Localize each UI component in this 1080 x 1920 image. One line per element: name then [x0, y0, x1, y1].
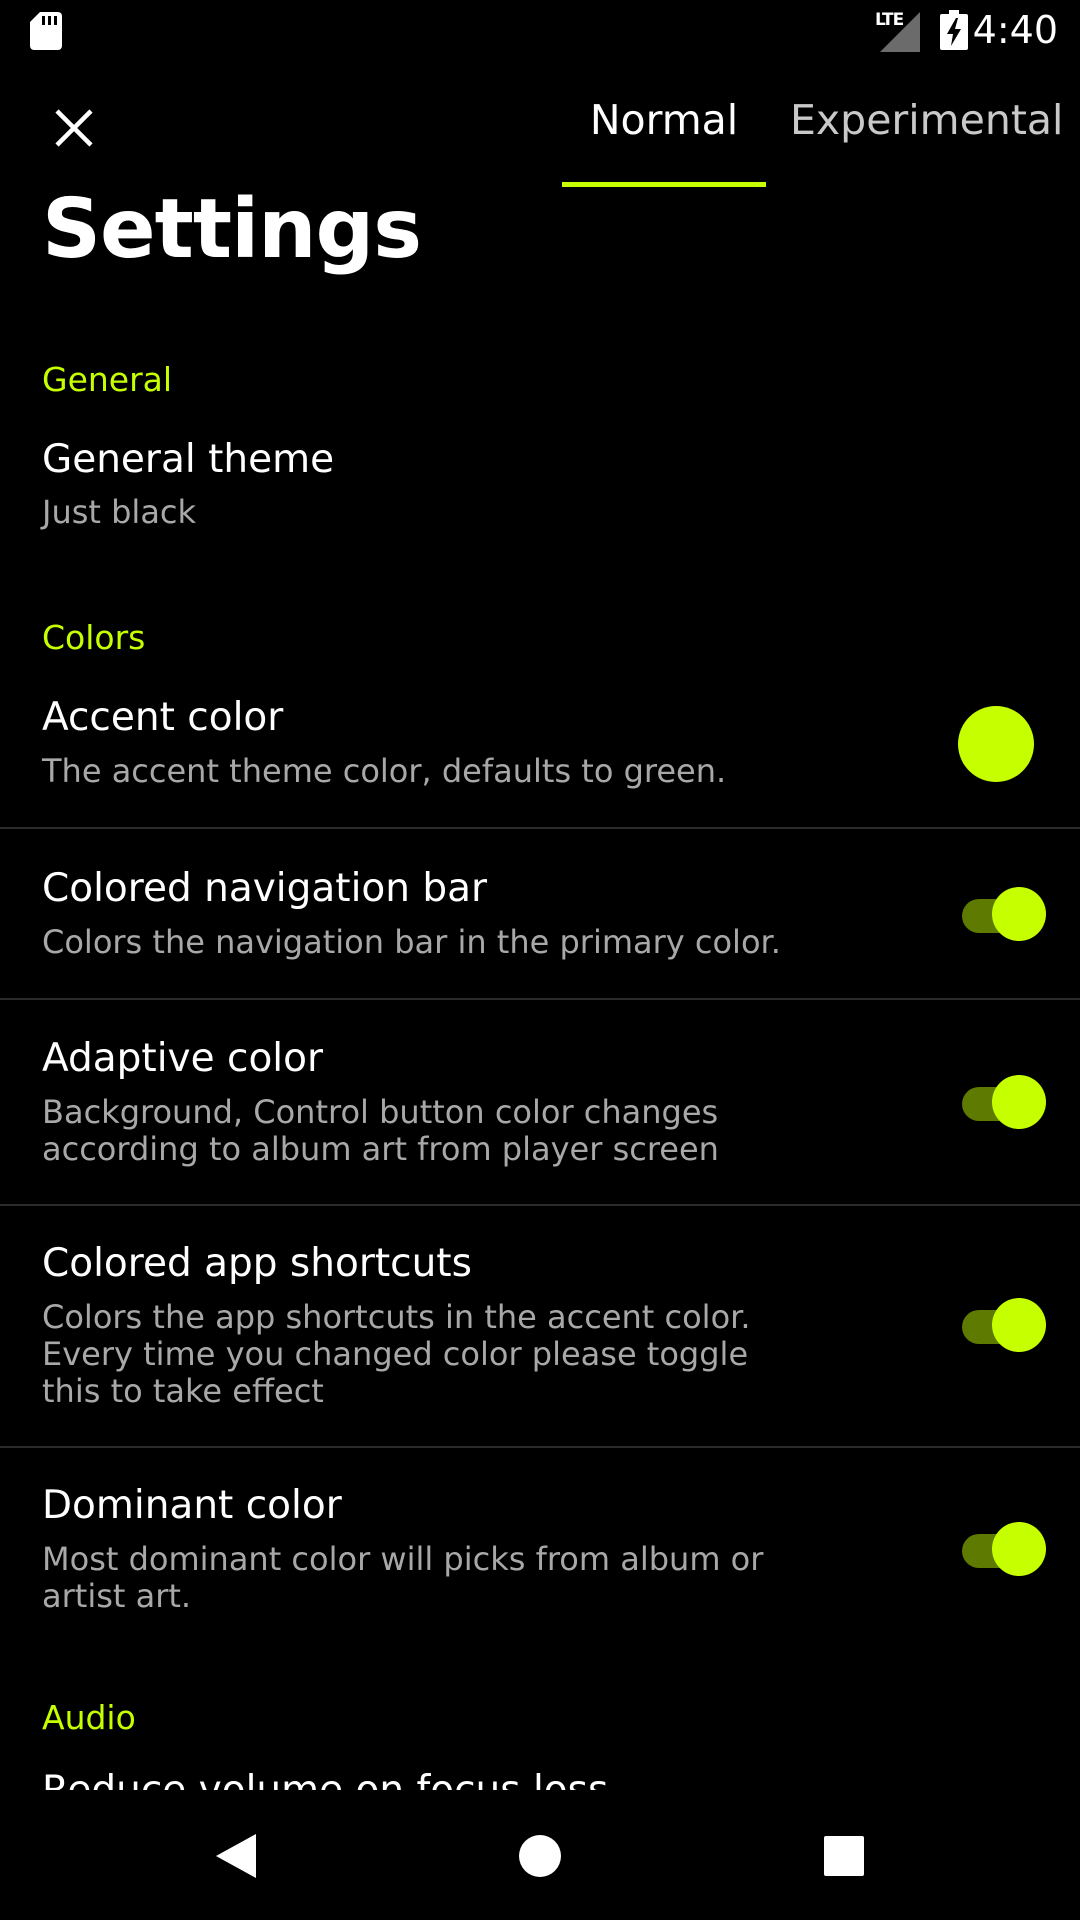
sd-card-icon	[30, 12, 62, 50]
divider	[0, 827, 1080, 829]
back-button[interactable]	[200, 1820, 272, 1892]
divider	[0, 1446, 1080, 1448]
tab-experimental[interactable]: Experimental	[790, 96, 1080, 188]
pref-title: General theme	[42, 437, 335, 482]
colored-app-shortcuts-switch[interactable]	[962, 1298, 1046, 1354]
switch-thumb	[992, 1075, 1046, 1129]
pref-title: Accent color	[42, 695, 284, 740]
home-icon	[519, 1835, 561, 1877]
switch-thumb	[992, 1522, 1046, 1576]
section-header-colors: Colors	[42, 618, 146, 657]
signal-icon	[880, 12, 920, 52]
pref-reduce-volume-on-focus-loss[interactable]: Reduce volume on focus loss	[42, 1768, 608, 1790]
status-bar: LTE 4:40	[0, 0, 1080, 64]
pref-title: Colored navigation bar	[42, 866, 488, 911]
page-title: Settings	[42, 182, 422, 277]
home-button[interactable]	[504, 1820, 576, 1892]
back-icon	[216, 1834, 256, 1878]
divider	[0, 998, 1080, 1000]
pref-summary: The accent theme color, defaults to gree…	[42, 752, 727, 790]
divider	[0, 1204, 1080, 1206]
colored-navigation-bar-switch[interactable]	[962, 887, 1046, 943]
tab-indicator	[562, 182, 766, 187]
tab-normal[interactable]: Normal	[562, 96, 766, 188]
close-icon	[55, 109, 93, 147]
navigation-bar	[0, 1792, 1080, 1920]
close-button[interactable]	[42, 96, 106, 160]
switch-thumb	[992, 887, 1046, 941]
pref-summary: Most dominant color will picks from albu…	[42, 1540, 764, 1615]
battery-charging-icon	[940, 10, 968, 50]
section-header-audio: Audio	[42, 1698, 136, 1737]
pref-summary: Just black	[42, 493, 197, 531]
pref-title: Dominant color	[42, 1483, 342, 1528]
pref-summary: Colors the navigation bar in the primary…	[42, 923, 781, 961]
pref-title: Adaptive color	[42, 1036, 324, 1081]
accent-color-swatch[interactable]	[958, 706, 1034, 782]
section-header-general: General	[42, 360, 173, 399]
recents-icon	[824, 1836, 864, 1876]
pref-summary: Colors the app shortcuts in the accent c…	[42, 1298, 751, 1410]
switch-thumb	[992, 1298, 1046, 1352]
recents-button[interactable]	[808, 1820, 880, 1892]
pref-title: Reduce volume on focus loss	[42, 1768, 608, 1790]
adaptive-color-switch[interactable]	[962, 1075, 1046, 1131]
dominant-color-switch[interactable]	[962, 1522, 1046, 1578]
pref-summary: Background, Control button color changes…	[42, 1093, 719, 1168]
clock: 4:40	[972, 8, 1058, 52]
pref-title: Colored app shortcuts	[42, 1241, 472, 1286]
